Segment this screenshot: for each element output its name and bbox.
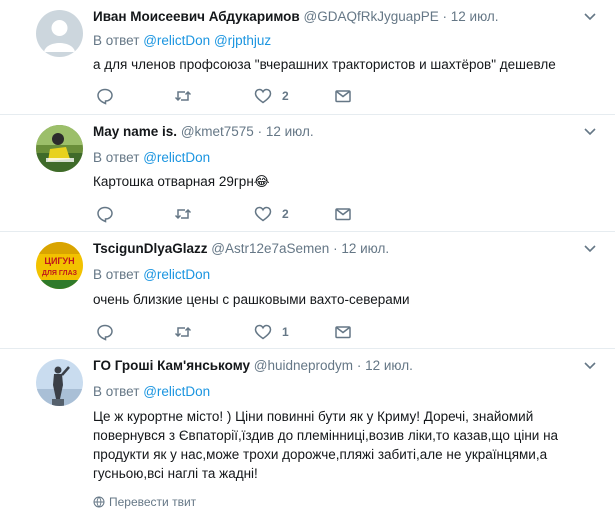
- tweet-text-content: Картошка отварная 29грн: [93, 174, 254, 189]
- book-cover-avatar-icon: ЦИГУН ДЛЯ ГЛАЗ: [36, 242, 83, 289]
- mention-link[interactable]: @relictDon: [143, 384, 210, 399]
- chevron-down-icon[interactable]: [583, 125, 597, 139]
- heart-icon: [254, 88, 272, 104]
- mention-link[interactable]: @rjpthjuz: [214, 33, 271, 48]
- retweet-icon: [174, 208, 192, 220]
- reply-button[interactable]: [96, 204, 114, 224]
- tweet[interactable]: May name is. @kmet7575 · 12 июл. В ответ…: [0, 115, 615, 232]
- tweet-actions: 2: [93, 86, 363, 106]
- retweet-icon: [174, 90, 192, 102]
- direct-message-button[interactable]: [334, 322, 352, 342]
- tweet-header: Иван Моисеевич Абдукаримов @GDAQfRkJygua…: [93, 8, 575, 26]
- reply-prefix: В ответ: [93, 267, 140, 282]
- reply-icon: [97, 206, 113, 223]
- separator-dot: ·: [257, 124, 263, 139]
- avatar-text-line: ЦИГУН: [44, 256, 74, 266]
- display-name[interactable]: ГО Гроші Кам'янському: [93, 358, 250, 373]
- avatar[interactable]: [36, 10, 83, 57]
- like-count: 1: [282, 325, 289, 339]
- user-handle[interactable]: @GDAQfRkJyguapPE: [303, 9, 438, 24]
- avatar-text-line: ДЛЯ ГЛАЗ: [42, 270, 78, 277]
- envelope-icon: [335, 90, 351, 103]
- like-count: 2: [282, 89, 289, 103]
- tweet-header: ГО Гроші Кам'янському @huidneprodym · 12…: [93, 357, 575, 375]
- heart-icon: [254, 324, 272, 340]
- avatar[interactable]: ЦИГУН ДЛЯ ГЛАЗ: [36, 242, 83, 289]
- heart-icon: [254, 206, 272, 222]
- tweet[interactable]: Иван Моисеевич Абдукаримов @GDAQfRkJygua…: [0, 0, 615, 115]
- translate-tweet-link[interactable]: Перевести твит: [93, 495, 196, 509]
- reply-prefix: В ответ: [93, 384, 140, 399]
- separator-dot: ·: [442, 9, 448, 24]
- tweet-timestamp[interactable]: 12 июл.: [365, 358, 413, 373]
- tweet-text-line: Це ж курортне місто! ) Ціни повинні бути…: [93, 409, 534, 424]
- reply-button[interactable]: [96, 322, 114, 342]
- like-button[interactable]: 1: [254, 322, 289, 342]
- reply-button[interactable]: [96, 86, 114, 106]
- laughing-emoji: 😂: [253, 174, 270, 189]
- display-name[interactable]: May name is.: [93, 124, 177, 139]
- tweet-actions: 1: [93, 322, 363, 342]
- separator-dot: ·: [356, 358, 362, 373]
- tweet-header: May name is. @kmet7575 · 12 июл.: [93, 123, 575, 141]
- tweet-text-line: продукти як у нас,може трохи дорожче,пля…: [93, 447, 548, 462]
- tweet[interactable]: ГО Гроші Кам'янському @huidneprodym · 12…: [0, 349, 615, 519]
- retweet-icon: [174, 326, 192, 338]
- like-button[interactable]: 2: [254, 86, 289, 106]
- separator-dot: ·: [333, 241, 338, 256]
- user-handle[interactable]: @huidneprodym: [254, 358, 353, 373]
- reply-context: В ответ @relictDon @rjpthjuz: [93, 32, 271, 50]
- tweet[interactable]: ЦИГУН ДЛЯ ГЛАЗ TscigunDlyaGlazz @Astr12e…: [0, 232, 615, 349]
- retweet-button[interactable]: [174, 322, 192, 342]
- tweet-text: Це ж курортне місто! ) Ціни повинні бути…: [93, 407, 585, 483]
- display-name[interactable]: Иван Моисеевич Абдукаримов: [93, 9, 300, 24]
- chevron-down-icon[interactable]: [583, 242, 597, 256]
- reply-icon: [97, 88, 113, 105]
- translate-label: Перевести твит: [109, 495, 197, 509]
- reply-context: В ответ @relictDon: [93, 149, 210, 167]
- tweet-timestamp[interactable]: 12 июл.: [451, 9, 499, 24]
- user-handle[interactable]: @Astr12e7aSemen: [211, 241, 329, 256]
- photo-avatar-icon: [36, 125, 83, 172]
- chevron-down-icon[interactable]: [583, 359, 597, 373]
- tweet-header: TscigunDlyaGlazz @Astr12e7aSemen · 12 ию…: [93, 240, 575, 258]
- like-count: 2: [282, 207, 289, 221]
- envelope-icon: [335, 326, 351, 339]
- reply-icon: [97, 324, 113, 341]
- tweet-replies-feed: Иван Моисеевич Абдукаримов @GDAQfRkJygua…: [0, 0, 615, 519]
- chevron-down-icon[interactable]: [583, 10, 597, 24]
- direct-message-button[interactable]: [334, 204, 352, 224]
- tweet-timestamp[interactable]: 12 июл.: [341, 241, 389, 256]
- tweet-timestamp[interactable]: 12 июл.: [266, 124, 314, 139]
- reply-context: В ответ @relictDon: [93, 383, 210, 401]
- user-handle[interactable]: @kmet7575: [181, 124, 254, 139]
- envelope-icon: [335, 208, 351, 221]
- reply-context: В ответ @relictDon: [93, 266, 210, 284]
- avatar[interactable]: [36, 125, 83, 172]
- globe-icon: [93, 496, 105, 508]
- retweet-button[interactable]: [174, 86, 192, 106]
- tweet-text-line: повернувся з Євпаторії,їздив до племінни…: [93, 428, 559, 443]
- reply-prefix: В ответ: [93, 33, 140, 48]
- display-name[interactable]: TscigunDlyaGlazz: [93, 241, 208, 256]
- mention-link[interactable]: @relictDon: [143, 150, 210, 165]
- tweet-text: а для членов профсоюза "вчерашних тракто…: [93, 57, 556, 72]
- retweet-button[interactable]: [174, 204, 192, 224]
- tweet-actions: 2: [93, 204, 363, 224]
- statue-avatar-icon: [36, 359, 83, 406]
- mention-link[interactable]: @relictDon: [143, 267, 210, 282]
- direct-message-button[interactable]: [334, 86, 352, 106]
- default-avatar-icon: [36, 10, 83, 57]
- like-button[interactable]: 2: [254, 204, 289, 224]
- avatar[interactable]: [36, 359, 83, 406]
- mention-link[interactable]: @relictDon: [143, 33, 210, 48]
- tweet-text: очень близкие цены с рашковыми вахто-сев…: [93, 292, 410, 307]
- tweet-text-line: гусньою,всі наглі та жадні!: [93, 466, 258, 481]
- reply-prefix: В ответ: [93, 150, 140, 165]
- tweet-text: Картошка отварная 29грн😂: [93, 172, 585, 191]
